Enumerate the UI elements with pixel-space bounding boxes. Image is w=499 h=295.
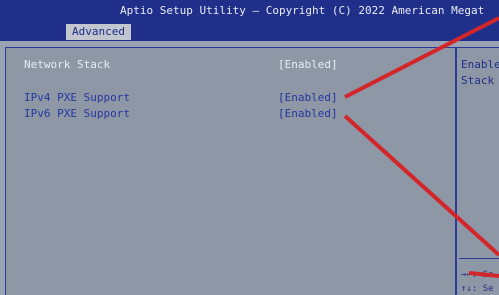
annotation-arrow-ipv4 <box>344 16 499 99</box>
annotation-arrow-keys <box>468 271 499 278</box>
annotation-arrows <box>343 16 499 278</box>
annotation-arrow-ipv6 <box>343 114 499 257</box>
bios-setup-screen: Aptio Setup Utility – Copyright (C) 2022… <box>0 0 499 295</box>
